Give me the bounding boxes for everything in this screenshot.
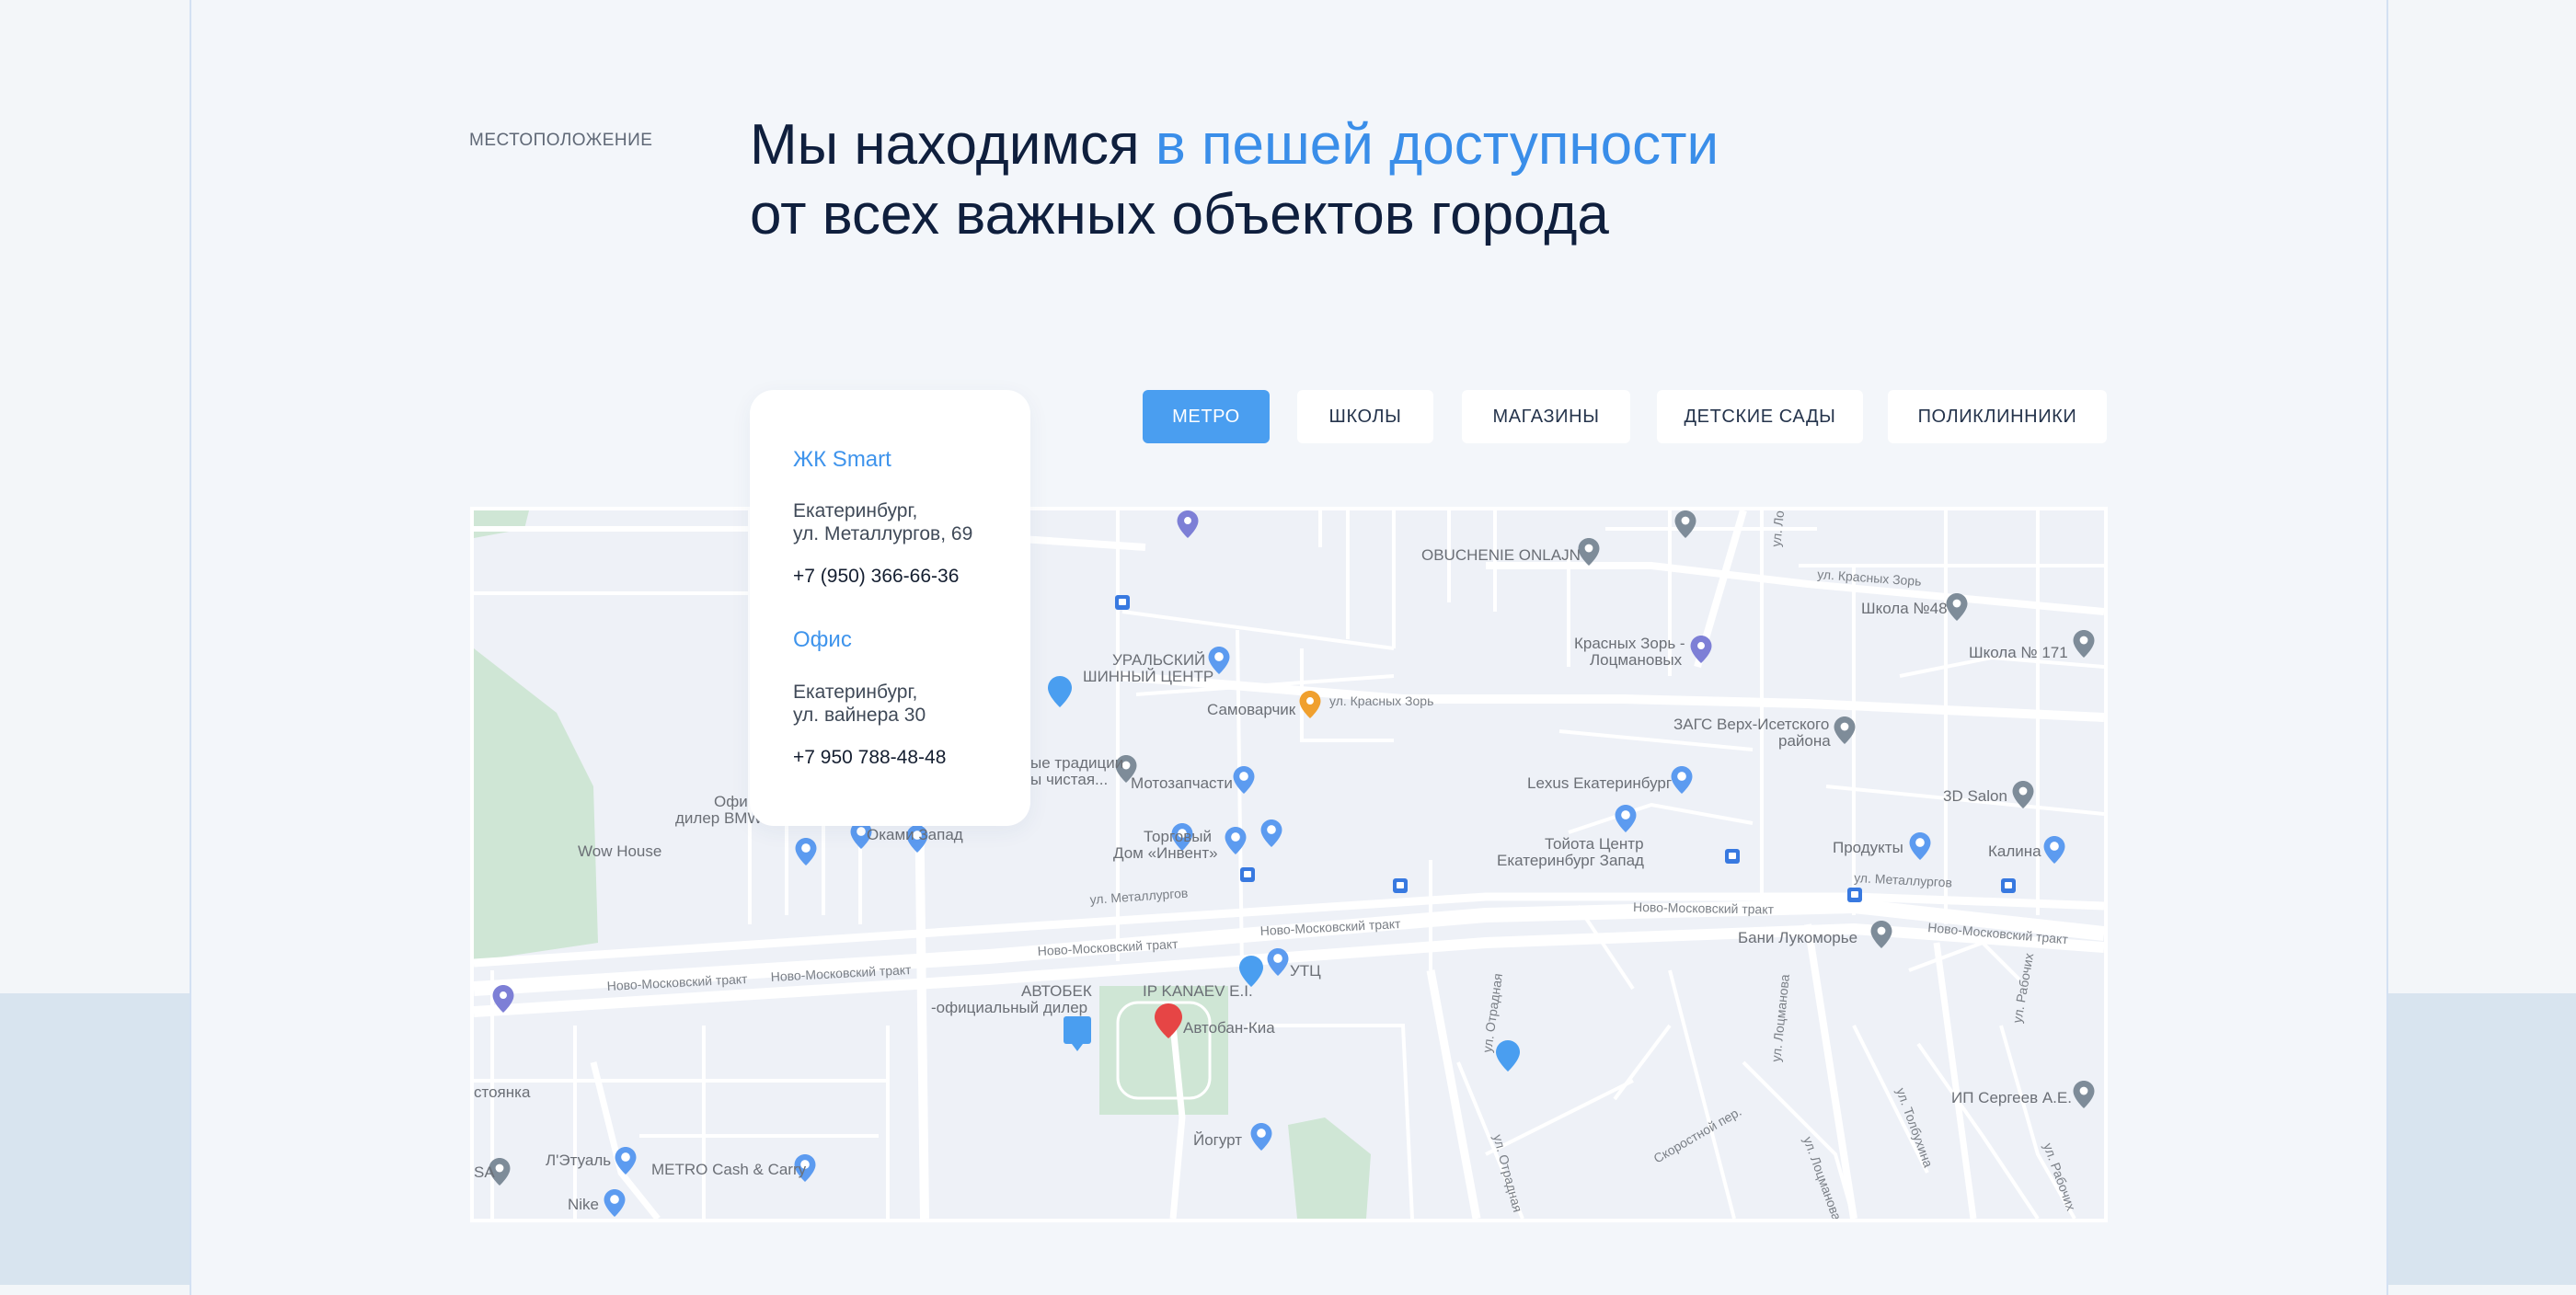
svg-text:OBUCHENIE ONLAJN: OBUCHENIE ONLAJN <box>1421 546 1581 564</box>
svg-text:Мотозапчасти: Мотозапчасти <box>1131 774 1233 792</box>
svg-text:Оками Запад: Оками Запад <box>867 826 963 843</box>
office-phone[interactable]: +7 950 788-48-48 <box>793 747 946 769</box>
svg-text:Lexus Екатеринбург: Lexus Екатеринбург <box>1527 774 1672 792</box>
contacts-card: ЖК Smart Екатеринбург, ул. Металлургов, … <box>750 390 1030 826</box>
svg-text:УРАЛЬСКИЙ: УРАЛЬСКИЙ <box>1112 651 1205 669</box>
svg-text:Бани Лукоморье: Бани Лукоморье <box>1738 929 1857 946</box>
svg-text:Йогурт: Йогурт <box>1193 1131 1242 1149</box>
svg-text:ул. Красных Зорь: ул. Красных Зорь <box>1329 693 1433 708</box>
svg-text:Лоцмановых: Лоцмановых <box>1590 651 1683 669</box>
svg-text:Nike: Nike <box>568 1196 599 1213</box>
svg-text:Продукты: Продукты <box>1833 839 1903 856</box>
bus-stop-icon[interactable] <box>1847 888 1862 902</box>
complex-address-street: ул. Металлургов, 69 <box>793 523 973 544</box>
tab-kindergartens[interactable]: ДЕТСКИЕ САДЫ <box>1657 390 1863 443</box>
svg-text:Дом «Инвент»: Дом «Инвент» <box>1113 844 1218 862</box>
svg-text:ы чистая...: ы чистая... <box>1030 771 1108 788</box>
office-address: Екатеринбург, ул. вайнера 30 <box>793 681 926 727</box>
section-label: МЕСТОПОЛОЖЕНИЕ <box>469 131 653 150</box>
svg-text:ые традиции: ые традиции <box>1030 754 1123 772</box>
tab-schools[interactable]: ШКОЛЫ <box>1297 390 1433 443</box>
svg-text:ЗАГС Верх-Исетского: ЗАГС Верх-Исетского <box>1673 716 1829 733</box>
svg-text:Красных Зорь -: Красных Зорь - <box>1574 635 1685 652</box>
svg-text:стоянка: стоянка <box>474 1083 531 1101</box>
svg-text:Самоварчик: Самоварчик <box>1207 701 1296 718</box>
map-canvas[interactable]: OBUCHENIE ONLAJN УРАЛЬСКИЙ ШИННЫЙ ЦЕНТР … <box>474 510 2104 1219</box>
svg-text:района: района <box>1778 732 1831 750</box>
svg-text:3D Salon: 3D Salon <box>1943 787 2007 805</box>
tab-clinics[interactable]: ПОЛИКЛИННИКИ <box>1888 390 2107 443</box>
svg-text:Л'Этуаль: Л'Этуаль <box>546 1152 611 1169</box>
office-address-city: Екатеринбург, <box>793 682 918 703</box>
complex-name: ЖК Smart <box>793 447 891 472</box>
office-address-street: ул. вайнера 30 <box>793 705 926 726</box>
svg-text:Тойота Центр: Тойота Центр <box>1545 835 1644 853</box>
tab-metro[interactable]: МЕТРО <box>1143 390 1270 443</box>
svg-text:Школа № 171: Школа № 171 <box>1969 644 2068 661</box>
complex-address: Екатеринбург, ул. Металлургов, 69 <box>793 499 972 545</box>
bus-stop-icon[interactable] <box>1115 595 1130 610</box>
svg-text:METRO Cash & Carry: METRO Cash & Carry <box>651 1161 807 1178</box>
svg-text:Школа №48: Школа №48 <box>1861 600 1948 617</box>
svg-text:Wow House: Wow House <box>578 842 661 860</box>
map-view[interactable]: OBUCHENIE ONLAJN УРАЛЬСКИЙ ШИННЫЙ ЦЕНТР … <box>470 507 2108 1222</box>
svg-text:Торговый: Торговый <box>1144 828 1212 845</box>
svg-text:Екатеринбург Запад: Екатеринбург Запад <box>1497 852 1644 869</box>
page-title: Мы находимся в пешей доступности от всех… <box>750 110 1719 250</box>
svg-text:Калина: Калина <box>1988 842 2041 860</box>
svg-text:УТЦ: УТЦ <box>1290 962 1321 980</box>
bus-stop-icon[interactable] <box>2001 878 2016 893</box>
svg-text:Автобан-Киа: Автобан-Киа <box>1183 1019 1275 1037</box>
complex-address-city: Екатеринбург, <box>793 500 918 521</box>
bus-stop-icon[interactable] <box>1240 867 1255 882</box>
svg-text:SA: SA <box>474 1163 495 1181</box>
svg-text:АВТОБЕК: АВТОБЕК <box>1021 982 1092 1000</box>
title-part1: Мы находимся <box>750 113 1156 177</box>
svg-text:-официальный дилер: -официальный дилер <box>931 999 1087 1016</box>
svg-text:Ново-Московский тракт: Ново-Московский тракт <box>1633 900 1775 917</box>
complex-phone[interactable]: +7 (950) 366-66-36 <box>793 566 959 588</box>
title-accent: в пешей доступности <box>1155 113 1719 177</box>
svg-text:дилер BMW: дилер BMW <box>675 809 763 827</box>
svg-text:IP KANAEV E.I.: IP KANAEV E.I. <box>1143 982 1253 1000</box>
bus-stop-icon[interactable] <box>1725 849 1740 864</box>
svg-text:ШИННЫЙ ЦЕНТР: ШИННЫЙ ЦЕНТР <box>1083 668 1213 685</box>
svg-text:ИП Сергеев А.Е.: ИП Сергеев А.Е. <box>1951 1089 2072 1106</box>
office-name: Офис <box>793 627 852 652</box>
title-line2: от всех важных объектов города <box>750 183 1609 246</box>
svg-text:Офи: Офи <box>714 793 748 810</box>
tab-shops[interactable]: МАГАЗИНЫ <box>1462 390 1630 443</box>
bus-stop-icon[interactable] <box>1393 878 1408 893</box>
